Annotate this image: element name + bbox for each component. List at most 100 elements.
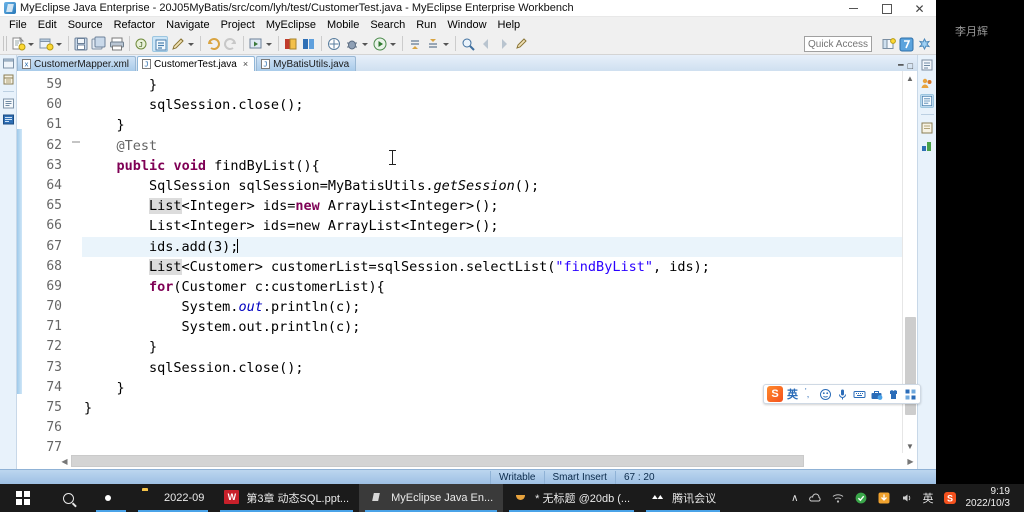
sogou-ime-toolbar[interactable]: S 英 , ': [763, 384, 921, 404]
package-explorer-icon[interactable]: [2, 73, 15, 86]
servers-view-icon[interactable]: [2, 113, 15, 126]
menu-navigate[interactable]: Navigate: [161, 17, 215, 33]
menu-project[interactable]: Project: [216, 17, 261, 33]
edit-dropdown-icon[interactable]: [187, 36, 195, 52]
undo-icon[interactable]: [205, 36, 221, 52]
debug-icon[interactable]: [344, 36, 360, 52]
new-myeclipse-project-icon[interactable]: [38, 36, 54, 52]
edit-icon[interactable]: [170, 36, 186, 52]
taskbar-item-myeclipse[interactable]: MyEclipse Java En...: [359, 484, 504, 512]
snippets-icon[interactable]: [920, 121, 934, 135]
punctuation-icon[interactable]: , ': [802, 387, 815, 401]
quick-access-input[interactable]: [804, 36, 872, 52]
run-last-tool-icon[interactable]: [248, 36, 264, 52]
taskbar-item-folder[interactable]: 2022-09: [132, 484, 214, 512]
open-type-icon[interactable]: [326, 36, 342, 52]
fold-collapse-icon[interactable]: [72, 137, 80, 145]
menu-refactor[interactable]: Refactor: [109, 17, 162, 33]
search-icon[interactable]: [46, 484, 90, 512]
volume-icon[interactable]: [900, 491, 914, 505]
sogou-tray-icon[interactable]: S: [943, 491, 957, 505]
run-icon[interactable]: [372, 36, 388, 52]
emoji-icon[interactable]: [819, 388, 832, 401]
deploy-icon[interactable]: [283, 36, 299, 52]
menu-window[interactable]: Window: [442, 17, 492, 33]
taskbar-item-notepad[interactable]: * 无标题 @20db (...: [503, 484, 640, 512]
toolbox-icon[interactable]: [870, 388, 883, 401]
soft-keyboard-icon[interactable]: [853, 388, 866, 401]
ime-language-mode[interactable]: 英: [787, 386, 798, 402]
menu-mobile[interactable]: Mobile: [322, 17, 365, 33]
taskbar-item-powerpoint[interactable]: W 第3章 动态SQL.ppt...: [214, 484, 359, 512]
new-project-dropdown-icon[interactable]: [55, 36, 63, 52]
hscrollbar-track[interactable]: [71, 455, 904, 467]
open-perspective-icon[interactable]: [881, 37, 896, 52]
menu-source[interactable]: Source: [63, 17, 109, 33]
taskbar-clock[interactable]: 9:19 2022/10/3: [966, 486, 1019, 510]
run-dropdown-icon-2[interactable]: [389, 36, 397, 52]
team-icon[interactable]: [920, 76, 934, 90]
toggle-mark-occurrences-icon[interactable]: [152, 35, 168, 52]
save-icon[interactable]: [73, 36, 89, 52]
myeclipse-perspective-icon[interactable]: [899, 37, 914, 52]
tab-customertest-java[interactable]: J CustomerTest.java ×: [137, 56, 256, 71]
toolbar-separator: [402, 36, 403, 51]
tray-expand-icon[interactable]: ∧: [791, 493, 798, 504]
outline-view-icon[interactable]: [2, 97, 15, 110]
new-wizard-dropdown-icon[interactable]: [27, 36, 35, 52]
hscrollbar-thumb[interactable]: [71, 455, 805, 467]
previous-annotation-icon[interactable]: [425, 36, 441, 52]
menu-file[interactable]: File: [4, 17, 33, 33]
text-caret: [237, 238, 239, 253]
java-perspective-icon[interactable]: [917, 37, 932, 52]
redo-icon[interactable]: [223, 36, 239, 52]
run-dropdown-icon[interactable]: [265, 36, 273, 52]
new-wizard-icon[interactable]: [10, 36, 26, 52]
task-list-icon[interactable]: [920, 58, 934, 72]
menu-myeclipse[interactable]: MyEclipse: [261, 17, 322, 33]
back-icon[interactable]: [478, 36, 494, 52]
annotation-dropdown-icon[interactable]: [442, 36, 450, 52]
start-button[interactable]: [0, 484, 46, 512]
print-icon[interactable]: [109, 36, 125, 52]
antivirus-icon[interactable]: [854, 491, 868, 505]
tray-ime-language[interactable]: 英: [923, 490, 934, 506]
scroll-up-icon[interactable]: ▲: [903, 71, 917, 85]
skin-icon[interactable]: [887, 388, 900, 401]
taskbar-item-chrome[interactable]: [90, 484, 132, 512]
menu-search[interactable]: Search: [365, 17, 411, 33]
onedrive-icon[interactable]: [808, 491, 822, 505]
db-browser-icon[interactable]: [920, 139, 934, 153]
tab-customermapper-xml[interactable]: x CustomerMapper.xml: [17, 56, 137, 71]
maximize-editor-icon[interactable]: □: [908, 61, 913, 71]
outline-icon[interactable]: [920, 94, 934, 108]
save-all-icon[interactable]: [91, 36, 107, 52]
last-edit-location-icon[interactable]: [514, 36, 530, 52]
menu-edit[interactable]: Edit: [33, 17, 63, 33]
forward-icon[interactable]: [496, 36, 512, 52]
scroll-down-icon[interactable]: ▼: [903, 439, 917, 453]
sogou-logo-icon[interactable]: S: [767, 386, 783, 402]
restore-view-icon[interactable]: [2, 57, 15, 70]
menu-help[interactable]: Help: [493, 17, 527, 33]
taskbar-item-tencent-meeting[interactable]: 腾讯会议: [640, 484, 726, 512]
editor-horizontal-scrollbar[interactable]: ◀ ▶: [17, 453, 917, 469]
minimize-editor-icon[interactable]: ━: [898, 60, 903, 71]
toolbar-grip[interactable]: [3, 36, 7, 51]
minimize-button[interactable]: [837, 0, 870, 17]
maximize-button[interactable]: [870, 0, 903, 17]
new-java-class-icon[interactable]: J: [134, 36, 150, 52]
scroll-right-icon[interactable]: ▶: [904, 457, 917, 466]
debug-dropdown-icon[interactable]: [361, 36, 369, 52]
network-icon[interactable]: [831, 491, 845, 505]
microphone-icon[interactable]: [836, 388, 849, 401]
apps-icon[interactable]: [904, 388, 917, 401]
server-icon[interactable]: [301, 36, 317, 52]
menu-run[interactable]: Run: [411, 17, 442, 33]
search-icon[interactable]: [460, 36, 476, 52]
close-icon[interactable]: ✕: [903, 0, 936, 17]
tab-mybatisutils-java[interactable]: J MyBatisUtils.java: [256, 56, 357, 71]
next-annotation-icon[interactable]: [407, 36, 423, 52]
update-icon[interactable]: [877, 491, 891, 505]
tab-close-icon[interactable]: ×: [243, 59, 248, 69]
